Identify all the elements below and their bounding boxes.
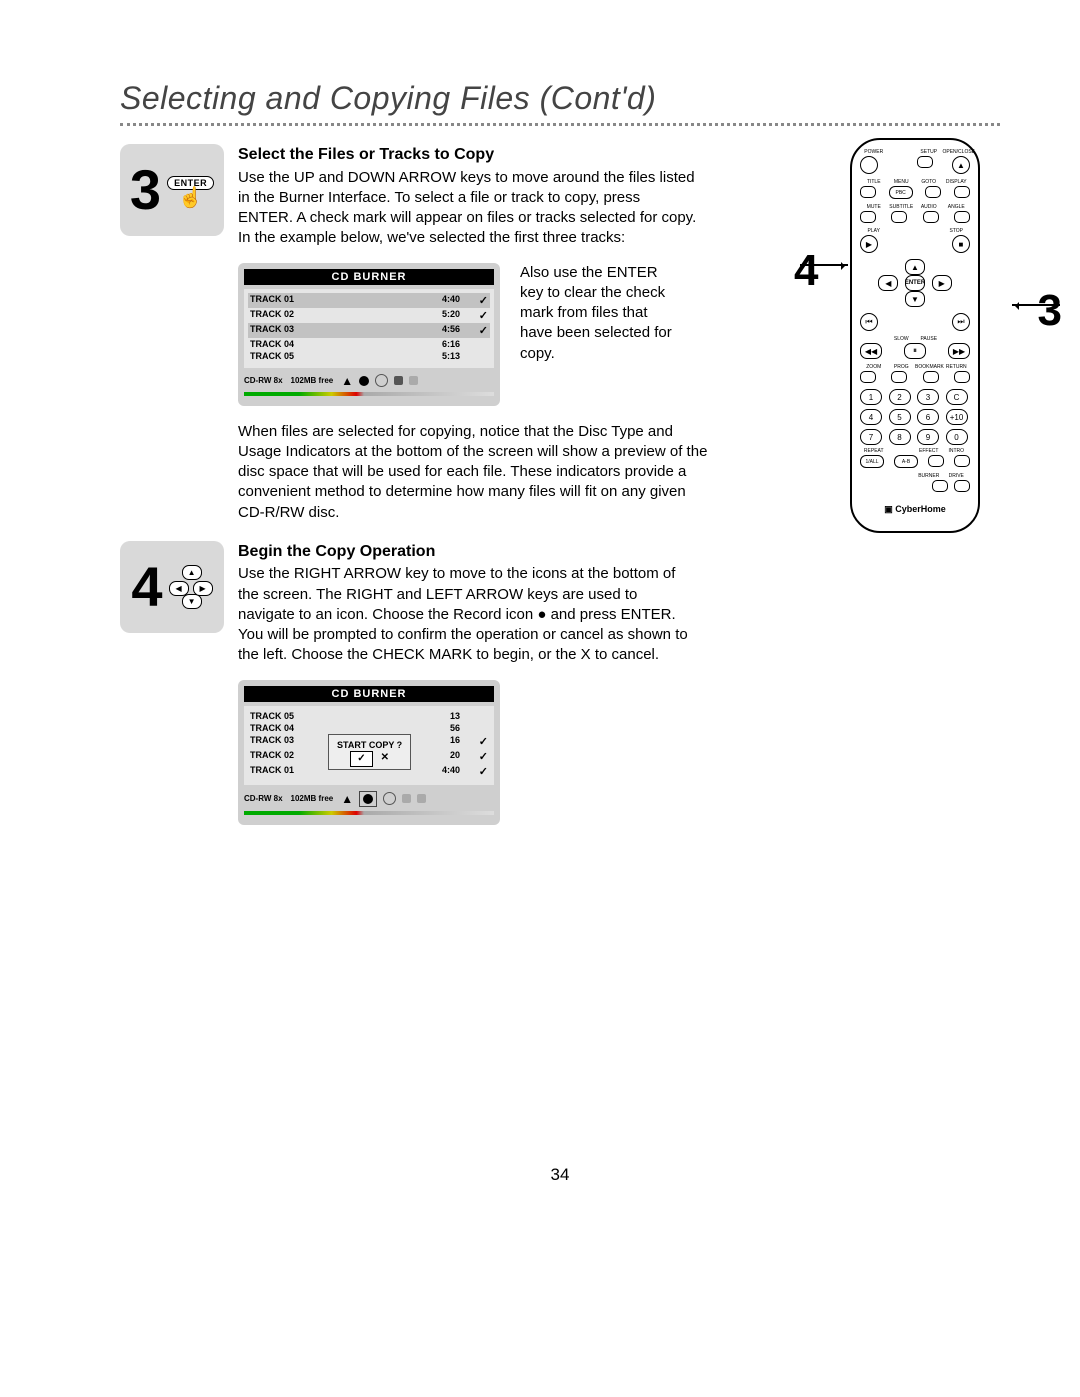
stop-icon: [394, 376, 403, 385]
status-bar-1: CD-RW 8x 102MB free ▲: [244, 368, 494, 388]
num-button: 3: [917, 389, 939, 405]
dialog-ok-icon: ✓: [350, 751, 372, 767]
callout-3: 3: [1038, 286, 1062, 336]
step3-body: Select the Files or Tracks to Copy Use t…: [238, 144, 698, 249]
num-button: 1: [860, 389, 882, 405]
usage-indicator-2: [244, 811, 494, 815]
enter-clear-note: Also use the ENTER key to clear the chec…: [520, 263, 680, 364]
action-icons-2: ▲: [341, 791, 426, 807]
status-bar-2: CD-RW 8x 102MB free ▲: [244, 785, 494, 807]
step4-row: 4 ▲▼ ◀▶ Begin the Copy Operation Use the…: [120, 541, 1000, 666]
remote-numpad: 123C 456 +10 7890: [860, 389, 970, 445]
num-button: 6: [917, 409, 939, 425]
eject-icon: ▲: [341, 792, 353, 806]
usage-paragraph: When files are selected for copying, not…: [238, 422, 708, 523]
table-row: TRACK 025:20✓: [248, 308, 490, 323]
arrow-to-dpad: [800, 264, 848, 266]
title-divider: [120, 123, 1000, 126]
disc-icon: [383, 792, 396, 805]
step3-heading: Select the Files or Tracks to Copy: [238, 144, 698, 166]
track-list-2: TRACK 0513TRACK 0456TRACK 0316✓TRACK 022…: [244, 706, 494, 785]
dialog-text: START COPY ?: [337, 739, 402, 752]
num-button: +10: [946, 409, 968, 425]
num-button: 7: [860, 429, 882, 445]
dpad-up-icon: ▲: [905, 259, 925, 275]
table-row: TRACK 0513: [248, 710, 490, 722]
cd-burner-screen-2: CD BURNER TRACK 0513TRACK 0456TRACK 0316…: [238, 680, 500, 825]
action-icons: ▲: [341, 374, 418, 388]
start-copy-dialog: START COPY ? ✓ ✕: [328, 734, 411, 771]
screen2-row: CD BURNER TRACK 0513TRACK 0456TRACK 0316…: [238, 680, 1000, 825]
hand-icon: ☝: [178, 192, 203, 204]
num-button: C: [946, 389, 968, 405]
step3-box: 3 ENTER ☝: [120, 144, 224, 236]
dpad-right-icon: ▶: [932, 275, 952, 291]
num-button: 8: [889, 429, 911, 445]
table-row: TRACK 055:13: [248, 350, 490, 362]
disc-free: 102MB free: [291, 376, 334, 385]
table-row: TRACK 014:40✓: [248, 293, 490, 308]
page-number: 34: [120, 1165, 1000, 1185]
remote-dpad: ▲ ◀ ENTER ▶ ▼: [875, 259, 955, 307]
arrow-to-enter: [1012, 304, 1060, 306]
step4-box: 4 ▲▼ ◀▶: [120, 541, 224, 633]
step4-heading: Begin the Copy Operation: [238, 541, 698, 563]
record-icon-selected: [359, 791, 377, 807]
remote-brand-logo: ▣ CyberHome: [860, 504, 970, 515]
step3-text: Use the UP and DOWN ARROW keys to move a…: [238, 168, 698, 249]
dpad-icon: ▲▼ ◀▶: [169, 565, 213, 609]
step4-body: Begin the Copy Operation Use the RIGHT A…: [238, 541, 698, 666]
usage-indicator: [244, 392, 494, 396]
cd-burner-header: CD BURNER: [244, 269, 494, 285]
record-icon: [359, 376, 369, 386]
disc-type: CD-RW 8x: [244, 376, 283, 385]
icon-faded: [417, 794, 426, 803]
disc-type-2: CD-RW 8x: [244, 794, 283, 803]
table-row: TRACK 0456: [248, 722, 490, 734]
remote-diagram: 4 3 POWERSETUPOPEN/CLOSE ▲ TITLEMENUGOTO…: [850, 138, 1010, 533]
num-button: 9: [917, 429, 939, 445]
step4-number: 4: [131, 559, 162, 615]
dialog-cancel-icon: ✕: [381, 751, 389, 767]
callout-4: 4: [794, 246, 818, 296]
table-row: TRACK 034:56✓: [248, 323, 490, 338]
page-title: Selecting and Copying Files (Cont'd): [120, 80, 1000, 117]
dpad-left-icon: ◀: [878, 275, 898, 291]
remote-control: POWERSETUPOPEN/CLOSE ▲ TITLEMENUGOTODISP…: [850, 138, 980, 533]
num-button: 4: [860, 409, 882, 425]
step3-number: 3: [130, 162, 161, 218]
num-button: 5: [889, 409, 911, 425]
num-button: 0: [946, 429, 968, 445]
dpad-down-icon: ▼: [905, 291, 925, 307]
step4-text: Use the RIGHT ARROW key to move to the i…: [238, 564, 698, 665]
num-button: 2: [889, 389, 911, 405]
cd-burner-header-2: CD BURNER: [244, 686, 494, 702]
table-row: TRACK 046:16: [248, 338, 490, 350]
dpad-enter-button: ENTER: [905, 275, 925, 291]
icon-faded: [409, 376, 418, 385]
icon-faded: [402, 794, 411, 803]
eject-icon: ▲: [341, 374, 353, 388]
track-list-1: TRACK 014:40✓TRACK 025:20✓TRACK 034:56✓T…: [244, 289, 494, 368]
disc-free-2: 102MB free: [291, 794, 334, 803]
disc-icon: [375, 374, 388, 387]
cd-burner-screen-1: CD BURNER TRACK 014:40✓TRACK 025:20✓TRAC…: [238, 263, 500, 406]
